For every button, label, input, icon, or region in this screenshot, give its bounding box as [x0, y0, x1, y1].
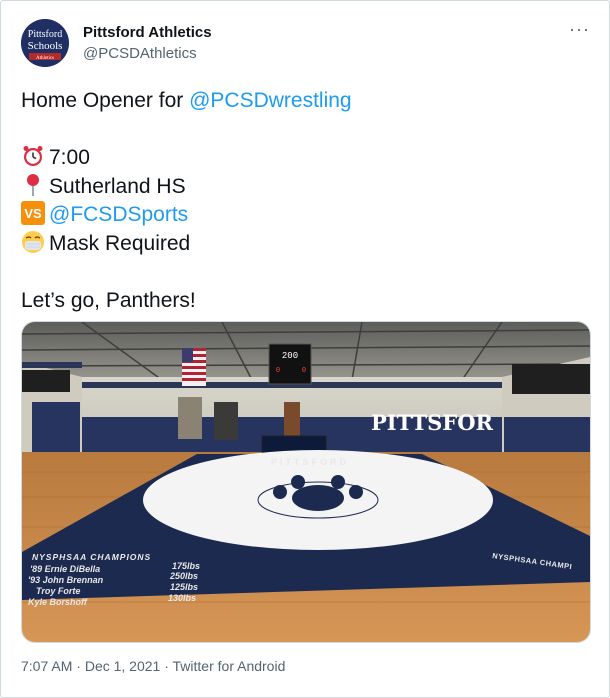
- champion-weight-2: 250lbs: [169, 571, 198, 581]
- tweet-metadata: 7:07 AM · Dec 1, 2021 · Twitter for Andr…: [21, 658, 285, 674]
- mention-fcsdsports[interactable]: @FCSDSports: [49, 203, 188, 226]
- wall-lettering: PITTSFOR: [371, 410, 493, 435]
- champion-weight-3: 125lbs: [170, 582, 198, 592]
- wrestling-gym-photo: 200 0 0 PITTSFOR PITTSFORD NYSPHSAA CHAM…: [22, 322, 590, 642]
- alarm-clock-icon: [23, 146, 43, 166]
- avatar[interactable]: Pittsford Schools Athletics: [21, 19, 69, 67]
- round-pushpin-icon: [27, 173, 39, 196]
- champion-name-2: '93 John Brennan: [28, 575, 104, 585]
- champions-title: NYSPHSAA CHAMPIONS: [32, 552, 151, 562]
- meta-separator: ·: [72, 658, 85, 674]
- scoreboard-left: 0: [276, 367, 280, 375]
- scoreboard-clock: 200: [282, 351, 298, 361]
- home-opener-text: Home Opener for: [21, 89, 190, 112]
- date-link[interactable]: Dec 1, 2021: [85, 658, 161, 674]
- avatar-logo: Pittsford Schools Athletics: [21, 19, 69, 67]
- tweet-card: Pittsford Schools Athletics Pittsford At…: [0, 0, 610, 698]
- more-options-button[interactable]: ···: [569, 19, 590, 40]
- mention-pcsdwrestling[interactable]: @PCSDwrestling: [189, 89, 352, 112]
- mat-top-text: PITTSFORD: [271, 457, 349, 467]
- champion-name-1: '89 Ernie DiBella: [30, 564, 100, 574]
- avatar-line1: Pittsford: [28, 29, 62, 40]
- line-home-opener: Home Opener for @PCSDwrestling: [21, 87, 352, 116]
- face-with-mask-icon: [22, 230, 44, 253]
- location-text: Sutherland HS: [49, 174, 186, 198]
- champion-name-4: Kyle Borshoff: [28, 597, 88, 607]
- meta-separator-2: ·: [160, 658, 173, 674]
- scoreboard-right: 0: [302, 367, 306, 375]
- time-text: 7:00: [49, 146, 90, 169]
- avatar-line2: Schools: [28, 40, 63, 52]
- closing-text: Let’s go, Panthers!: [21, 288, 196, 312]
- mask-text: Mask Required: [49, 231, 191, 255]
- avatar-line3: Athletics: [36, 56, 54, 61]
- timestamp-link[interactable]: 7:07 AM: [21, 658, 72, 674]
- tweet-text: Home Opener for @PCSDwrestling 7:00 Suth…: [21, 87, 352, 315]
- author-handle[interactable]: @PCSDAthletics: [83, 45, 197, 62]
- line-vs: VS @FCSDSports: [21, 201, 352, 230]
- line-time: 7:00: [21, 144, 352, 173]
- vs-icon-text: VS: [24, 206, 42, 221]
- author-name[interactable]: Pittsford Athletics: [83, 24, 212, 41]
- line-mask: Mask Required: [21, 230, 352, 259]
- champion-name-3: Troy Forte: [36, 586, 80, 596]
- champion-weight-4: 130lbs: [168, 593, 196, 603]
- champion-weight-1: 175lbs: [172, 561, 200, 571]
- vs-icon: VS: [21, 201, 45, 225]
- line-location: Sutherland HS: [21, 173, 352, 202]
- tweet-photo[interactable]: 200 0 0 PITTSFOR PITTSFORD NYSPHSAA CHAM…: [21, 321, 591, 643]
- source-link[interactable]: Twitter for Android: [173, 658, 286, 674]
